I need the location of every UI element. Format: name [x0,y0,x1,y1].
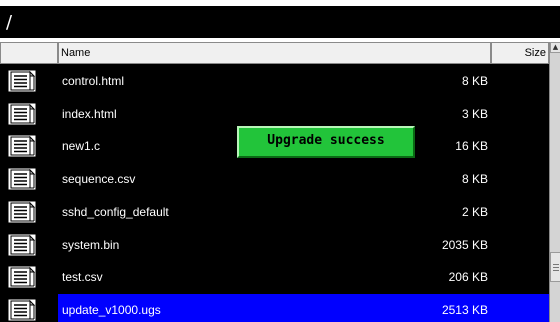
file-size: 16 KB [455,139,488,154]
document-icon [7,167,37,191]
file-browser-window: / Name Size control.html 8 KB index.html 3 … [0,0,560,322]
file-row[interactable]: control.html 8 KB [0,65,549,97]
column-header-name[interactable]: Name [58,42,491,64]
file-icon-cell [0,261,58,294]
file-icon-cell [0,130,58,163]
grip-line [553,270,559,271]
document-icon [7,134,37,158]
vertical-scrollbar[interactable]: ▲ [549,42,560,322]
document-icon [7,265,37,289]
column-header-icon[interactable] [0,42,58,64]
document-icon [7,233,37,257]
document-icon [7,69,37,93]
column-header-size[interactable]: Size [491,42,549,64]
file-icon-cell [0,293,58,322]
file-size: 206 KB [448,270,488,285]
file-list: Name Size control.html 8 KB index.html 3 KB… [0,42,560,322]
upgrade-status-notification: Upgrade success [237,126,415,158]
file-size: 8 KB [461,172,488,187]
file-icon-cell [0,65,58,97]
file-row[interactable]: sshd_config_default 2 KB [0,195,549,228]
file-row[interactable]: sequence.csv 8 KB [0,163,549,196]
current-path: / [6,12,13,33]
notification-message: Upgrade success [267,133,385,148]
file-icon-cell [0,228,58,261]
file-name: test.csv [62,270,103,285]
file-row[interactable]: system.bin 2035 KB [0,228,549,261]
file-row[interactable]: test.csv 206 KB [0,261,549,294]
document-icon [7,200,37,224]
scroll-up-arrow-icon[interactable]: ▲ [550,42,560,53]
document-icon [7,298,37,322]
file-name: control.html [62,74,125,88]
grip-line [553,267,559,268]
file-name: system.bin [62,237,120,252]
file-row[interactable]: index.html 3 KB [0,97,549,130]
grip-line [553,264,559,265]
path-bar: / [0,6,560,38]
file-name: sshd_config_default [62,204,169,219]
file-name: update_v1000.ugs [62,302,161,317]
file-size: 2 KB [461,204,488,219]
document-icon [7,102,37,126]
file-size: 8 KB [461,74,488,88]
file-icon-cell [0,163,58,196]
file-size: 3 KB [461,106,488,121]
file-name: index.html [62,106,117,121]
file-size: 2513 KB [441,302,488,317]
file-icon-cell [0,195,58,228]
file-size: 2035 KB [441,237,488,252]
file-row[interactable]: update_v1000.ugs 2513 KB [0,293,549,322]
file-name: sequence.csv [62,172,136,187]
scrollbar-thumb[interactable] [550,252,560,282]
file-list-header: Name Size [0,42,549,64]
file-icon-cell [0,97,58,130]
file-name: new1.c [62,139,101,154]
